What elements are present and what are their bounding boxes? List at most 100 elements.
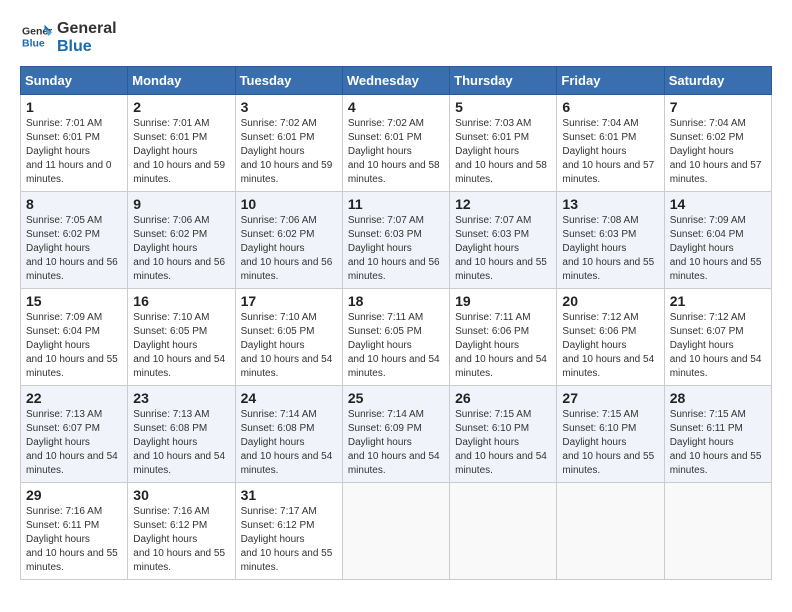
calendar-cell: 2 Sunrise: 7:01 AM Sunset: 6:01 PM Dayli… (128, 95, 235, 192)
cell-info: Sunrise: 7:04 AM Sunset: 6:01 PM Dayligh… (562, 117, 658, 187)
day-number: 27 (562, 390, 658, 406)
day-number: 29 (26, 487, 122, 503)
calendar-cell: 19 Sunrise: 7:11 AM Sunset: 6:06 PM Dayl… (450, 289, 557, 386)
day-number: 20 (562, 293, 658, 309)
day-number: 10 (241, 196, 337, 212)
day-number: 1 (26, 99, 122, 115)
day-number: 12 (455, 196, 551, 212)
calendar-cell: 31 Sunrise: 7:17 AM Sunset: 6:12 PM Dayl… (235, 483, 342, 580)
page-header: General Blue General Blue (20, 20, 772, 56)
calendar-cell: 27 Sunrise: 7:15 AM Sunset: 6:10 PM Dayl… (557, 386, 664, 483)
calendar-cell: 11 Sunrise: 7:07 AM Sunset: 6:03 PM Dayl… (342, 192, 449, 289)
day-number: 22 (26, 390, 122, 406)
cell-info: Sunrise: 7:07 AM Sunset: 6:03 PM Dayligh… (348, 214, 444, 284)
calendar-cell: 15 Sunrise: 7:09 AM Sunset: 6:04 PM Dayl… (21, 289, 128, 386)
day-number: 17 (241, 293, 337, 309)
calendar-cell: 20 Sunrise: 7:12 AM Sunset: 6:06 PM Dayl… (557, 289, 664, 386)
day-number: 9 (133, 196, 229, 212)
calendar-week-row: 1 Sunrise: 7:01 AM Sunset: 6:01 PM Dayli… (21, 95, 772, 192)
cell-info: Sunrise: 7:02 AM Sunset: 6:01 PM Dayligh… (348, 117, 444, 187)
cell-info: Sunrise: 7:17 AM Sunset: 6:12 PM Dayligh… (241, 505, 337, 575)
calendar-cell: 10 Sunrise: 7:06 AM Sunset: 6:02 PM Dayl… (235, 192, 342, 289)
calendar-cell: 7 Sunrise: 7:04 AM Sunset: 6:02 PM Dayli… (664, 95, 771, 192)
calendar-cell: 24 Sunrise: 7:14 AM Sunset: 6:08 PM Dayl… (235, 386, 342, 483)
calendar-cell (664, 483, 771, 580)
calendar-cell: 30 Sunrise: 7:16 AM Sunset: 6:12 PM Dayl… (128, 483, 235, 580)
calendar-cell: 25 Sunrise: 7:14 AM Sunset: 6:09 PM Dayl… (342, 386, 449, 483)
calendar-cell: 6 Sunrise: 7:04 AM Sunset: 6:01 PM Dayli… (557, 95, 664, 192)
day-number: 30 (133, 487, 229, 503)
day-number: 24 (241, 390, 337, 406)
day-number: 6 (562, 99, 658, 115)
calendar-cell (450, 483, 557, 580)
cell-info: Sunrise: 7:15 AM Sunset: 6:10 PM Dayligh… (562, 408, 658, 478)
cell-info: Sunrise: 7:09 AM Sunset: 6:04 PM Dayligh… (26, 311, 122, 381)
svg-text:Blue: Blue (22, 37, 45, 49)
day-number: 7 (670, 99, 766, 115)
day-number: 16 (133, 293, 229, 309)
day-number: 2 (133, 99, 229, 115)
cell-info: Sunrise: 7:05 AM Sunset: 6:02 PM Dayligh… (26, 214, 122, 284)
calendar-week-row: 15 Sunrise: 7:09 AM Sunset: 6:04 PM Dayl… (21, 289, 772, 386)
cell-info: Sunrise: 7:16 AM Sunset: 6:12 PM Dayligh… (133, 505, 229, 575)
logo-general: General (57, 20, 117, 38)
calendar-cell: 18 Sunrise: 7:11 AM Sunset: 6:05 PM Dayl… (342, 289, 449, 386)
cell-info: Sunrise: 7:12 AM Sunset: 6:06 PM Dayligh… (562, 311, 658, 381)
cell-info: Sunrise: 7:09 AM Sunset: 6:04 PM Dayligh… (670, 214, 766, 284)
cell-info: Sunrise: 7:10 AM Sunset: 6:05 PM Dayligh… (133, 311, 229, 381)
logo: General Blue General Blue (20, 20, 117, 56)
day-number: 4 (348, 99, 444, 115)
cell-info: Sunrise: 7:02 AM Sunset: 6:01 PM Dayligh… (241, 117, 337, 187)
day-number: 21 (670, 293, 766, 309)
cell-info: Sunrise: 7:04 AM Sunset: 6:02 PM Dayligh… (670, 117, 766, 187)
logo-icon: General Blue (22, 21, 52, 51)
weekday-header-wednesday: Wednesday (342, 67, 449, 95)
calendar-cell: 21 Sunrise: 7:12 AM Sunset: 6:07 PM Dayl… (664, 289, 771, 386)
day-number: 5 (455, 99, 551, 115)
cell-info: Sunrise: 7:13 AM Sunset: 6:08 PM Dayligh… (133, 408, 229, 478)
cell-info: Sunrise: 7:06 AM Sunset: 6:02 PM Dayligh… (241, 214, 337, 284)
calendar-week-row: 8 Sunrise: 7:05 AM Sunset: 6:02 PM Dayli… (21, 192, 772, 289)
calendar-cell: 17 Sunrise: 7:10 AM Sunset: 6:05 PM Dayl… (235, 289, 342, 386)
weekday-header-saturday: Saturday (664, 67, 771, 95)
calendar-cell: 22 Sunrise: 7:13 AM Sunset: 6:07 PM Dayl… (21, 386, 128, 483)
cell-info: Sunrise: 7:14 AM Sunset: 6:09 PM Dayligh… (348, 408, 444, 478)
calendar-cell: 8 Sunrise: 7:05 AM Sunset: 6:02 PM Dayli… (21, 192, 128, 289)
calendar-cell: 3 Sunrise: 7:02 AM Sunset: 6:01 PM Dayli… (235, 95, 342, 192)
calendar-cell: 5 Sunrise: 7:03 AM Sunset: 6:01 PM Dayli… (450, 95, 557, 192)
day-number: 28 (670, 390, 766, 406)
calendar-cell: 1 Sunrise: 7:01 AM Sunset: 6:01 PM Dayli… (21, 95, 128, 192)
calendar-cell (557, 483, 664, 580)
day-number: 25 (348, 390, 444, 406)
calendar-week-row: 29 Sunrise: 7:16 AM Sunset: 6:11 PM Dayl… (21, 483, 772, 580)
weekday-header-friday: Friday (557, 67, 664, 95)
cell-info: Sunrise: 7:15 AM Sunset: 6:10 PM Dayligh… (455, 408, 551, 478)
calendar-cell: 13 Sunrise: 7:08 AM Sunset: 6:03 PM Dayl… (557, 192, 664, 289)
cell-info: Sunrise: 7:14 AM Sunset: 6:08 PM Dayligh… (241, 408, 337, 478)
cell-info: Sunrise: 7:01 AM Sunset: 6:01 PM Dayligh… (133, 117, 229, 187)
calendar-cell: 28 Sunrise: 7:15 AM Sunset: 6:11 PM Dayl… (664, 386, 771, 483)
calendar-cell (342, 483, 449, 580)
calendar-table: SundayMondayTuesdayWednesdayThursdayFrid… (20, 66, 772, 580)
cell-info: Sunrise: 7:15 AM Sunset: 6:11 PM Dayligh… (670, 408, 766, 478)
calendar-cell: 23 Sunrise: 7:13 AM Sunset: 6:08 PM Dayl… (128, 386, 235, 483)
day-number: 26 (455, 390, 551, 406)
calendar-cell: 14 Sunrise: 7:09 AM Sunset: 6:04 PM Dayl… (664, 192, 771, 289)
day-number: 15 (26, 293, 122, 309)
calendar-week-row: 22 Sunrise: 7:13 AM Sunset: 6:07 PM Dayl… (21, 386, 772, 483)
calendar-cell: 16 Sunrise: 7:10 AM Sunset: 6:05 PM Dayl… (128, 289, 235, 386)
calendar-cell: 4 Sunrise: 7:02 AM Sunset: 6:01 PM Dayli… (342, 95, 449, 192)
calendar-cell: 26 Sunrise: 7:15 AM Sunset: 6:10 PM Dayl… (450, 386, 557, 483)
cell-info: Sunrise: 7:10 AM Sunset: 6:05 PM Dayligh… (241, 311, 337, 381)
calendar-header-row: SundayMondayTuesdayWednesdayThursdayFrid… (21, 67, 772, 95)
calendar-cell: 9 Sunrise: 7:06 AM Sunset: 6:02 PM Dayli… (128, 192, 235, 289)
calendar-cell: 12 Sunrise: 7:07 AM Sunset: 6:03 PM Dayl… (450, 192, 557, 289)
weekday-header-tuesday: Tuesday (235, 67, 342, 95)
day-number: 11 (348, 196, 444, 212)
day-number: 31 (241, 487, 337, 503)
cell-info: Sunrise: 7:01 AM Sunset: 6:01 PM Dayligh… (26, 117, 122, 187)
day-number: 8 (26, 196, 122, 212)
cell-info: Sunrise: 7:07 AM Sunset: 6:03 PM Dayligh… (455, 214, 551, 284)
day-number: 23 (133, 390, 229, 406)
weekday-header-thursday: Thursday (450, 67, 557, 95)
